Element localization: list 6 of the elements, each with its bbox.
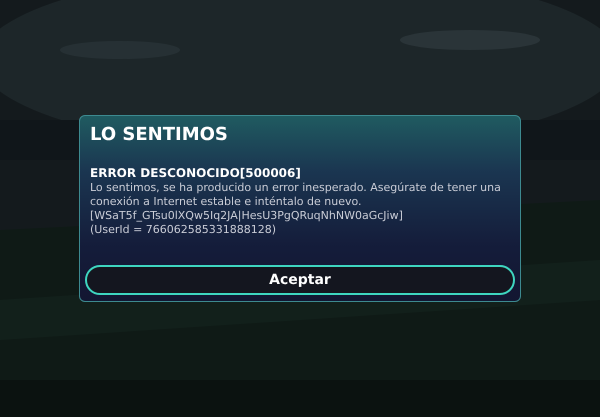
dialog-title: LO SENTIMOS xyxy=(89,123,229,147)
error-code: [WSaT5f_GTsu0lXQw5Iq2JA|HesU3PgQRuqNhNW0aGcJiw] xyxy=(90,209,404,223)
error-message: Lo sentimos, se ha producido un error inesperado. Asegúrate de tener una conexión a Internet estable e inténtalo de nuevo. xyxy=(90,181,502,209)
error-heading: ERROR DESCONOCIDO[500006] xyxy=(90,166,302,181)
user-id: (UserId = 766062585331888128) xyxy=(90,223,278,237)
accept-button[interactable]: Aceptar xyxy=(85,265,515,295)
